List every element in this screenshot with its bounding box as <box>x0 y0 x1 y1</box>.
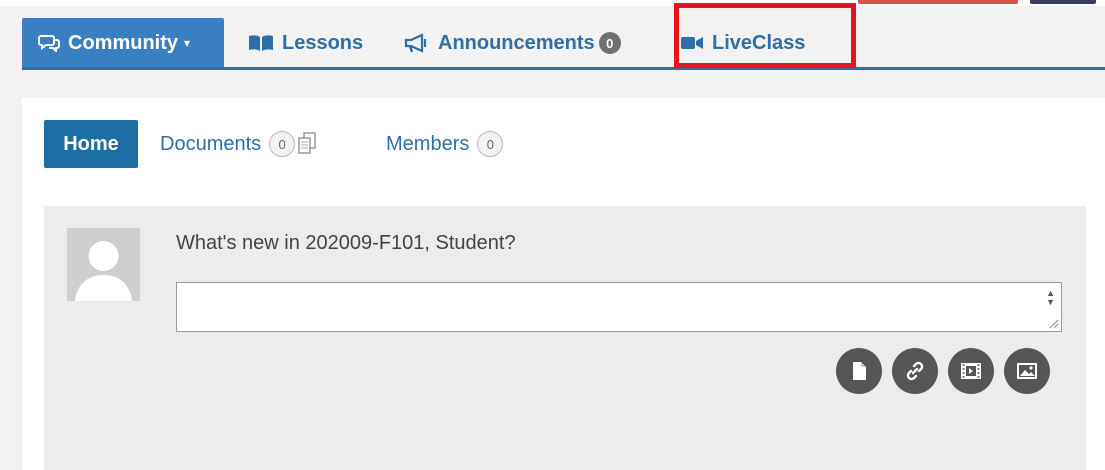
nav-underline <box>22 67 1105 70</box>
members-count-badge: 0 <box>477 131 504 157</box>
tab-lessons-label: Lessons <box>282 31 364 54</box>
film-icon <box>961 363 981 379</box>
tab-announcements-label: Announcements <box>438 31 595 54</box>
image-icon <box>1017 363 1037 379</box>
content-panel: Home Documents 0 Members 0 What's new in… <box>22 98 1105 470</box>
caret-down-icon: ▾ <box>184 36 191 50</box>
tab-community[interactable]: Community ▾ <box>22 18 224 68</box>
spinner-arrows-icon[interactable]: ▲ ▼ <box>1046 289 1055 307</box>
book-open-icon <box>248 34 274 52</box>
file-icon <box>853 362 866 380</box>
post-prompt: What's new in 202009-F101, Student? <box>176 232 516 254</box>
subtab-members-label: Members <box>386 132 470 155</box>
attachment-actions <box>836 348 1050 394</box>
link-icon <box>906 361 924 381</box>
documents-copy-icon <box>297 132 317 156</box>
comments-icon <box>38 34 60 52</box>
subtab-home[interactable]: Home <box>44 120 138 168</box>
tab-community-label: Community <box>68 31 178 54</box>
subtab-home-label: Home <box>63 132 119 155</box>
tab-lessons[interactable]: Lessons <box>248 18 363 68</box>
top-red-button-edge[interactable] <box>858 0 1018 4</box>
liveclass-highlight-box <box>674 3 856 68</box>
top-dark-button-edge[interactable] <box>1030 0 1096 4</box>
avatar <box>67 228 140 301</box>
attach-link-button[interactable] <box>892 348 938 394</box>
top-strip <box>0 0 1105 6</box>
status-textarea[interactable]: ▲ ▼ <box>176 282 1062 332</box>
documents-count-badge: 0 <box>269 131 296 157</box>
resize-grip-icon[interactable] <box>1047 317 1059 329</box>
attach-file-button[interactable] <box>836 348 882 394</box>
tab-announcements[interactable]: Announcements 0 <box>404 18 621 68</box>
main-nav: Community ▾ Lessons Announcements 0 Live… <box>22 18 1105 68</box>
bullhorn-icon <box>404 33 430 53</box>
post-composer: What's new in 202009-F101, Student? ▲ ▼ <box>44 206 1086 470</box>
attach-video-button[interactable] <box>948 348 994 394</box>
announcements-count-badge: 0 <box>598 32 621 54</box>
subtab-documents[interactable]: Documents 0 <box>160 120 317 168</box>
attach-image-button[interactable] <box>1004 348 1050 394</box>
subtab-documents-label: Documents <box>160 132 262 155</box>
subtab-members[interactable]: Members 0 <box>386 120 504 168</box>
